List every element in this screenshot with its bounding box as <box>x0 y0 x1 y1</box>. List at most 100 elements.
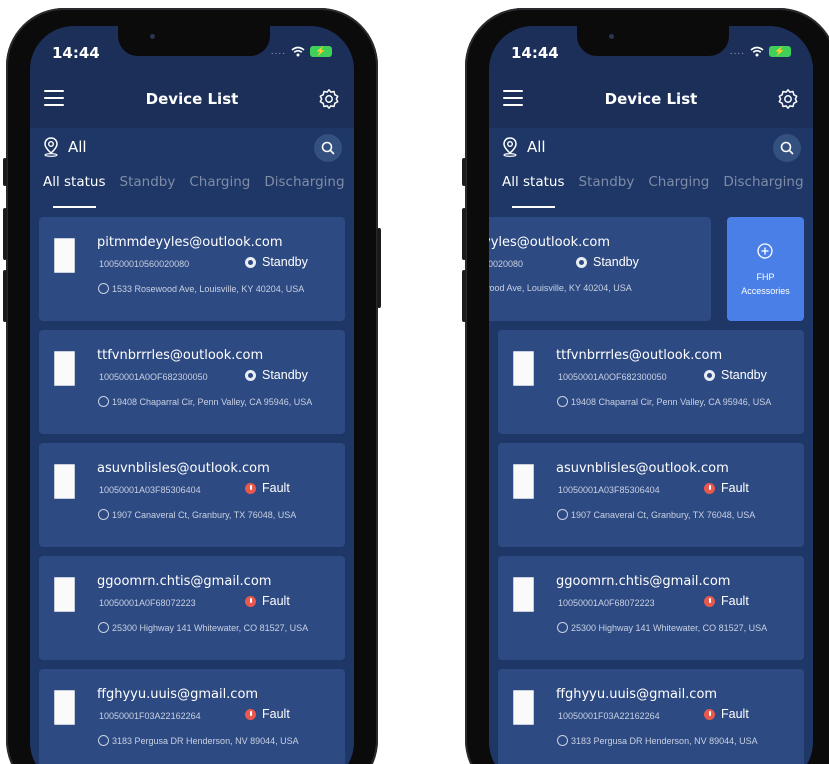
address-text: 1907 Canaveral Ct, Granbury, TX 76048, U… <box>112 509 297 520</box>
gear-icon[interactable] <box>777 88 799 110</box>
front-camera <box>609 34 614 39</box>
device-address: 19408 Chaparral Cir, Penn Valley, CA 959… <box>98 396 312 407</box>
location-filter-value[interactable]: All <box>527 138 546 156</box>
status-time: 14:44 <box>52 44 100 62</box>
device-address: 3183 Pergusa DR Henderson, NV 89044, USA <box>557 735 758 746</box>
tab-all-status[interactable]: All status <box>43 174 106 208</box>
device-thumbnail-icon <box>513 690 534 725</box>
device-card[interactable]: ttfvnbrrrles@outlook.com 10050001A0OF682… <box>39 330 345 434</box>
wifi-icon <box>750 46 764 57</box>
device-thumbnail-icon <box>54 238 75 273</box>
device-card[interactable]: asuvnblisles@outlook.com 10050001A03F853… <box>498 443 804 547</box>
tab-standby[interactable]: Standby <box>579 174 635 200</box>
device-email: ttfvnbrrrles@outlook.com <box>556 348 723 363</box>
status-icons: .... ⚡ <box>730 46 791 57</box>
tab-all-status[interactable]: All status <box>502 174 565 208</box>
device-list: pitmmdeyyles@outlook.com 100500010560020… <box>39 217 345 764</box>
front-camera <box>150 34 155 39</box>
device-email: asuvnblisles@outlook.com <box>556 461 729 476</box>
device-address: 1907 Canaveral Ct, Granbury, TX 76048, U… <box>557 509 755 520</box>
device-card[interactable]: ffghyyu.uuis@gmail.com 10050001F03A22162… <box>39 669 345 764</box>
location-filter-row: All <box>489 134 813 164</box>
status-badge: Fault <box>704 594 749 608</box>
nav-bar: Device List <box>489 82 813 118</box>
status-tabs: All status Standby Charging Discharging <box>502 174 813 208</box>
address-pin-icon <box>557 396 568 407</box>
device-email: ggoomrn.chtis@gmail.com <box>97 574 272 589</box>
status-badge: Fault <box>704 707 749 721</box>
device-serial: 10050001F03A22162264 <box>558 711 660 721</box>
location-pin-icon[interactable] <box>502 137 518 157</box>
device-card[interactable]: ggoomrn.chtis@gmail.com 10050001A0F68072… <box>39 556 345 660</box>
tab-standby[interactable]: Standby <box>120 174 176 200</box>
device-email: pitmmdeyyles@outlook.com <box>97 235 283 250</box>
device-email: ttfvnbrrrles@outlook.com <box>97 348 264 363</box>
search-button[interactable] <box>773 134 801 162</box>
action-label-line2: Accessories <box>741 286 790 296</box>
status-text: Fault <box>262 707 290 721</box>
location-filter-value[interactable]: All <box>68 138 87 156</box>
standby-status-icon <box>245 369 256 381</box>
notch <box>118 26 270 56</box>
tab-charging[interactable]: Charging <box>189 174 250 200</box>
fhp-accessories-button[interactable]: FHP Accessories <box>727 217 804 321</box>
battery-icon: ⚡ <box>769 46 791 57</box>
address-pin-icon <box>98 283 109 294</box>
status-badge: Fault <box>245 481 290 495</box>
device-thumbnail-icon <box>513 577 534 612</box>
stage: 14:44 .... ⚡ Device List All All status … <box>0 0 829 764</box>
status-text: Fault <box>721 594 749 608</box>
address-text: 25300 Highway 141 Whitewater, CO 81527, … <box>571 622 768 633</box>
device-list: yyles@outlook.com 50020080 Standby wood … <box>489 217 804 764</box>
device-thumbnail-icon <box>54 464 75 499</box>
address-pin-icon <box>98 735 109 746</box>
device-serial: 10050001A0F68072223 <box>558 598 655 608</box>
volume-up-button <box>462 208 466 260</box>
device-card[interactable]: ttfvnbrrrles@outlook.com 10050001A0OF682… <box>498 330 804 434</box>
device-serial: 100500010560020080 <box>99 259 190 269</box>
status-text: Standby <box>593 255 639 269</box>
device-email: asuvnblisles@outlook.com <box>97 461 270 476</box>
device-address: 25300 Highway 141 Whitewater, CO 81527, … <box>98 622 308 633</box>
tab-discharging[interactable]: Discharging <box>264 174 344 200</box>
device-email: ggoomrn.chtis@gmail.com <box>556 574 731 589</box>
tab-discharging[interactable]: Discharging <box>723 174 803 200</box>
device-card[interactable]: asuvnblisles@outlook.com 10050001A03F853… <box>39 443 345 547</box>
search-button[interactable] <box>314 134 342 162</box>
device-card[interactable]: ggoomrn.chtis@gmail.com 10050001A0F68072… <box>498 556 804 660</box>
plus-circle-icon <box>757 243 773 259</box>
gear-icon[interactable] <box>318 88 340 110</box>
device-address: 25300 Highway 141 Whitewater, CO 81527, … <box>557 622 767 633</box>
address-pin-icon <box>557 622 568 633</box>
status-icons: .... ⚡ <box>271 46 332 57</box>
phone-left: 14:44 .... ⚡ Device List All All status … <box>3 8 381 764</box>
address-text: 1533 Rosewood Ave, Louisville, KY 40204,… <box>112 283 305 294</box>
status-badge: Standby <box>245 255 308 269</box>
device-address: 1907 Canaveral Ct, Granbury, TX 76048, U… <box>98 509 296 520</box>
device-email: ffghyyu.uuis@gmail.com <box>97 687 259 702</box>
device-address: wood Ave, Louisville, KY 40204, USA <box>489 283 632 293</box>
device-card[interactable]: pitmmdeyyles@outlook.com 100500010560020… <box>39 217 345 321</box>
signal-dots: .... <box>729 46 745 57</box>
swiped-card-content[interactable]: yyles@outlook.com 50020080 Standby wood … <box>489 217 711 321</box>
status-text: Standby <box>262 368 308 382</box>
search-icon <box>780 141 794 155</box>
fault-status-icon <box>704 708 715 720</box>
device-card-swiped[interactable]: yyles@outlook.com 50020080 Standby wood … <box>489 217 804 321</box>
volume-down-button <box>3 270 7 322</box>
device-card[interactable]: ffghyyu.uuis@gmail.com 10050001F03A22162… <box>498 669 804 764</box>
status-time: 14:44 <box>511 44 559 62</box>
address-text: wood Ave, Louisville, KY 40204, USA <box>489 283 632 293</box>
location-pin-icon[interactable] <box>43 137 59 157</box>
device-thumbnail-icon <box>54 351 75 386</box>
fault-status-icon <box>704 482 715 494</box>
address-text: 19408 Chaparral Cir, Penn Valley, CA 959… <box>112 396 313 407</box>
device-serial: 10050001A03F85306404 <box>99 485 201 495</box>
wifi-icon <box>291 46 305 57</box>
device-thumbnail-icon <box>513 464 534 499</box>
status-text: Standby <box>262 255 308 269</box>
address-text: 19408 Chaparral Cir, Penn Valley, CA 959… <box>571 396 772 407</box>
device-email: yyles@outlook.com <box>489 235 611 250</box>
tab-charging[interactable]: Charging <box>648 174 709 200</box>
standby-status-icon <box>704 369 715 381</box>
